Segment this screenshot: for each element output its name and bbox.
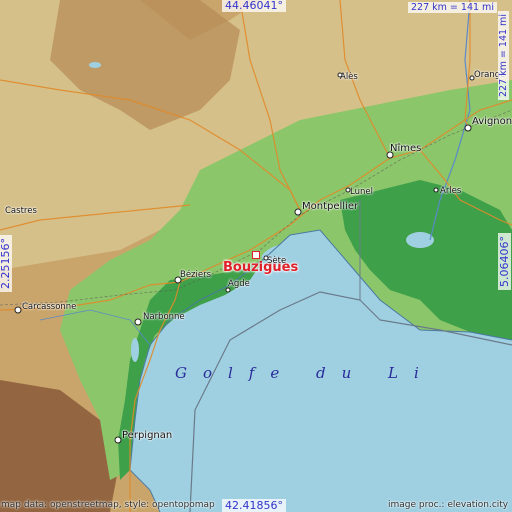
- scale-right: 227 km = 141 mi: [498, 11, 509, 100]
- city-beziers[interactable]: Béziers: [180, 270, 211, 280]
- lagoon-leucate: [131, 338, 139, 362]
- lagoon-vaccares: [406, 232, 434, 248]
- city-montpellier[interactable]: Montpellier: [302, 201, 358, 212]
- city-castres[interactable]: Castres: [5, 206, 37, 216]
- highlight-city-label[interactable]: Bouzigues: [223, 260, 298, 275]
- sea-label: Golfe du Li: [175, 364, 435, 382]
- credit-image-proc: image proc.: elevation.city: [388, 500, 509, 510]
- coord-right: 5.06406°: [498, 233, 511, 290]
- city-arles[interactable]: Arles: [440, 186, 461, 196]
- map-canvas[interactable]: Bouzigues Alès Orange Avignon Nîmes Lune…: [0, 0, 512, 512]
- city-sete[interactable]: Sète: [267, 256, 286, 266]
- coord-left: 2.25156°: [0, 235, 12, 292]
- city-perpignan[interactable]: Perpignan: [122, 430, 172, 441]
- city-narbonne[interactable]: Narbonne: [143, 312, 185, 322]
- city-carcassonne[interactable]: Carcassonne: [22, 302, 76, 312]
- city-lunel[interactable]: Lunel: [350, 187, 373, 197]
- highlight-marker-icon: [252, 251, 260, 259]
- city-nimes[interactable]: Nîmes: [390, 143, 421, 154]
- city-agde[interactable]: Agde: [228, 279, 250, 289]
- city-ales[interactable]: Alès: [340, 72, 358, 82]
- coord-top: 44.46041°: [222, 0, 286, 12]
- scale-top: 227 km = 141 mi: [408, 2, 497, 13]
- credit-map-data: map data: openstreetmap, style: opentopo…: [1, 500, 215, 510]
- city-avignon[interactable]: Avignon: [472, 116, 512, 127]
- coord-bottom: 42.41856°: [222, 499, 286, 512]
- lake-north: [89, 62, 101, 68]
